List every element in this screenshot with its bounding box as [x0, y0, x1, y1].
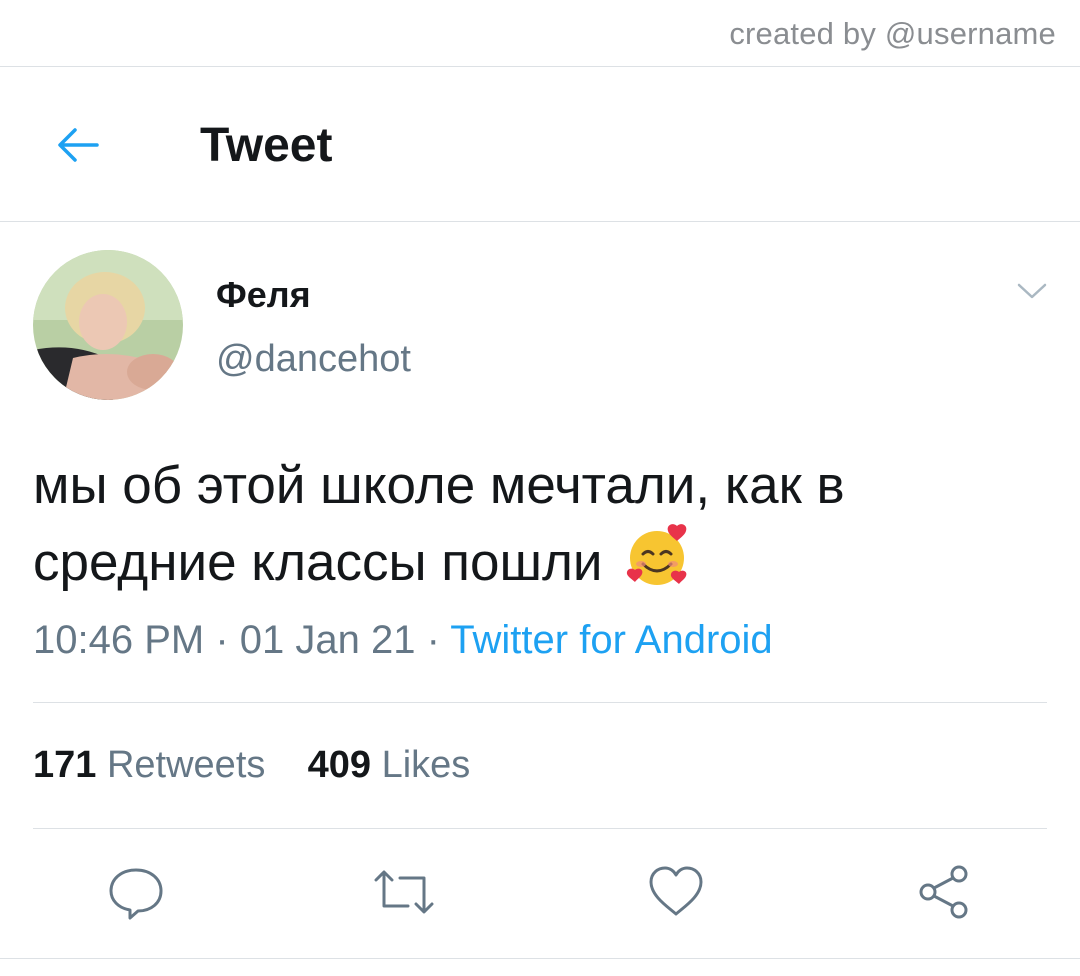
tweet-source-link[interactable]: Twitter for Android	[450, 618, 772, 662]
tweet-text: мы об этой школе мечтали, как в средние …	[33, 456, 845, 592]
back-button[interactable]	[52, 120, 102, 170]
avatar-image	[33, 250, 183, 400]
likes-label: Likes	[381, 744, 471, 786]
retweet-button[interactable]	[372, 860, 436, 924]
smiling-face-with-hearts-icon	[625, 522, 693, 609]
like-icon	[649, 866, 703, 916]
author-display-name[interactable]: Феля	[216, 274, 311, 316]
arrow-left-icon	[58, 128, 99, 162]
top-divider	[0, 66, 1080, 67]
tweet-page: created by @username Tweet Феля @danceho…	[0, 0, 1080, 976]
stats-divider	[33, 828, 1047, 829]
tweet-meta: 10:46 PM · 01 Jan 21 · Twitter for Andro…	[33, 618, 773, 663]
retweets-count: 171	[33, 744, 97, 786]
retweets-label: Retweets	[106, 744, 266, 786]
meta-divider	[33, 702, 1047, 703]
tweet-date: 01 Jan 21	[239, 618, 416, 662]
likes-count: 409	[307, 744, 372, 786]
watermark: created by @username	[729, 16, 1056, 51]
tweet-body: мы об этой школе мечтали, как в средние …	[33, 450, 1043, 609]
chevron-down-icon	[1017, 283, 1047, 299]
more-options-button[interactable]	[1014, 276, 1050, 306]
tweet-stats: 171 Retweets 409 Likes	[33, 744, 470, 787]
meta-separator: ·	[204, 618, 240, 662]
avatar[interactable]	[33, 250, 183, 400]
retweets-stat[interactable]: 171 Retweets	[33, 744, 265, 786]
header-divider	[0, 221, 1080, 222]
retweet-icon	[374, 870, 434, 914]
bottom-divider	[0, 958, 1080, 959]
like-button[interactable]	[644, 860, 708, 924]
likes-stat[interactable]: 409 Likes	[308, 744, 471, 786]
reply-button[interactable]	[104, 860, 168, 924]
author-handle[interactable]: @dancehot	[216, 338, 411, 381]
share-icon	[919, 865, 968, 919]
share-button[interactable]	[912, 860, 976, 924]
page-title: Tweet	[200, 119, 333, 172]
meta-separator: ·	[415, 618, 451, 662]
reply-icon	[109, 868, 163, 920]
tweet-time: 10:46 PM	[33, 618, 205, 662]
